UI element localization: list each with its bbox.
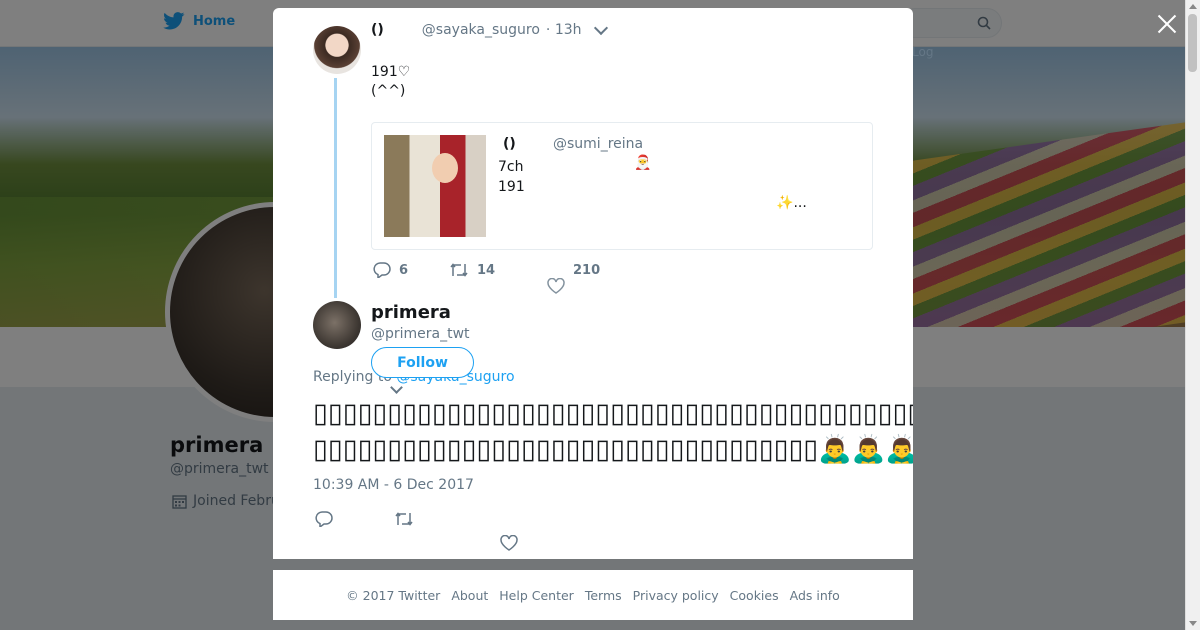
login-link[interactable]: Log	[912, 45, 933, 59]
parent-tweet-header: () @sayaka_suguro · 13h	[371, 20, 608, 38]
parent-tweet-actions: 6 14 210	[373, 262, 601, 294]
thread-line	[334, 78, 337, 298]
parent-tweet-avatar[interactable]	[313, 26, 361, 74]
quoted-tweet[interactable]: () @sumi_reina 7ch 191 🎅 ✨...	[371, 122, 873, 250]
santa-emoji: 🎅	[634, 155, 652, 171]
chevron-down-icon[interactable]	[593, 20, 608, 36]
reply-count: 6	[399, 262, 409, 278]
heart-icon[interactable]	[500, 535, 518, 551]
page-scrollbar[interactable]	[1185, 0, 1200, 630]
quoted-tweet-image	[384, 135, 486, 237]
reply-tweet-name[interactable]: primera	[371, 302, 451, 323]
scroll-down-arrow-icon[interactable]	[1189, 621, 1197, 626]
like-count: 210	[573, 262, 601, 278]
parent-tweet-text: 191♡ (^^)	[371, 64, 411, 99]
tweet-timestamp[interactable]: 10:39 AM - 6 Dec 2017	[313, 477, 474, 493]
reply-icon	[373, 262, 391, 278]
footer-privacy-link[interactable]: Privacy policy	[633, 588, 719, 603]
parent-tweet-name[interactable]: ()	[371, 22, 384, 38]
heart-icon	[547, 278, 565, 294]
scroll-thumb[interactable]	[1188, 14, 1197, 72]
footer-about-link[interactable]: About	[451, 588, 488, 603]
footer-ads-info-link[interactable]: Ads info	[790, 588, 840, 603]
quoted-tweet-text: 7ch 191	[498, 159, 525, 195]
tweet-modal: () @sayaka_suguro · 13h 191♡ (^^) () @su…	[273, 8, 913, 559]
retweet-icon	[450, 263, 468, 277]
reply-action[interactable]: 6	[373, 262, 449, 278]
reply-icon[interactable]	[315, 511, 333, 527]
like-action[interactable]: 210	[547, 262, 601, 294]
retweet-count: 14	[477, 262, 496, 278]
quoted-tweet-ellipsis: ...	[793, 195, 807, 211]
scroll-up-arrow-icon[interactable]	[1189, 4, 1197, 9]
footer-copyright: © 2017 Twitter	[346, 587, 441, 603]
quoted-tweet-name: ()	[503, 136, 516, 152]
reply-tweet-text: ▯▯▯▯▯▯▯▯▯▯▯▯▯▯▯▯▯▯▯▯▯▯▯▯▯▯▯▯▯▯▯▯▯▯▯▯▯▯▯▯…	[313, 398, 913, 465]
quoted-tweet-handle: @sumi_reina	[553, 136, 644, 152]
parent-tweet-time[interactable]: · 13h	[546, 22, 582, 38]
footer-cookies-link[interactable]: Cookies	[730, 588, 779, 603]
retweet-icon[interactable]	[394, 511, 414, 527]
footer-help-center-link[interactable]: Help Center	[499, 588, 574, 603]
close-modal-button[interactable]	[1154, 12, 1180, 38]
reply-tweet-handle[interactable]: @primera_twt	[371, 326, 470, 342]
parent-tweet-handle[interactable]: @sayaka_suguro	[422, 22, 540, 38]
reply-tweet-avatar[interactable]	[313, 301, 361, 349]
sparkle-emoji: ✨...	[776, 195, 807, 211]
retweet-action[interactable]: 14	[449, 262, 547, 278]
sparkle-emoji-glyph: ✨	[776, 195, 794, 211]
footer: © 2017 Twitter About Help Center Terms P…	[273, 570, 913, 620]
footer-terms-link[interactable]: Terms	[585, 588, 622, 603]
follow-button[interactable]: Follow	[371, 347, 474, 378]
